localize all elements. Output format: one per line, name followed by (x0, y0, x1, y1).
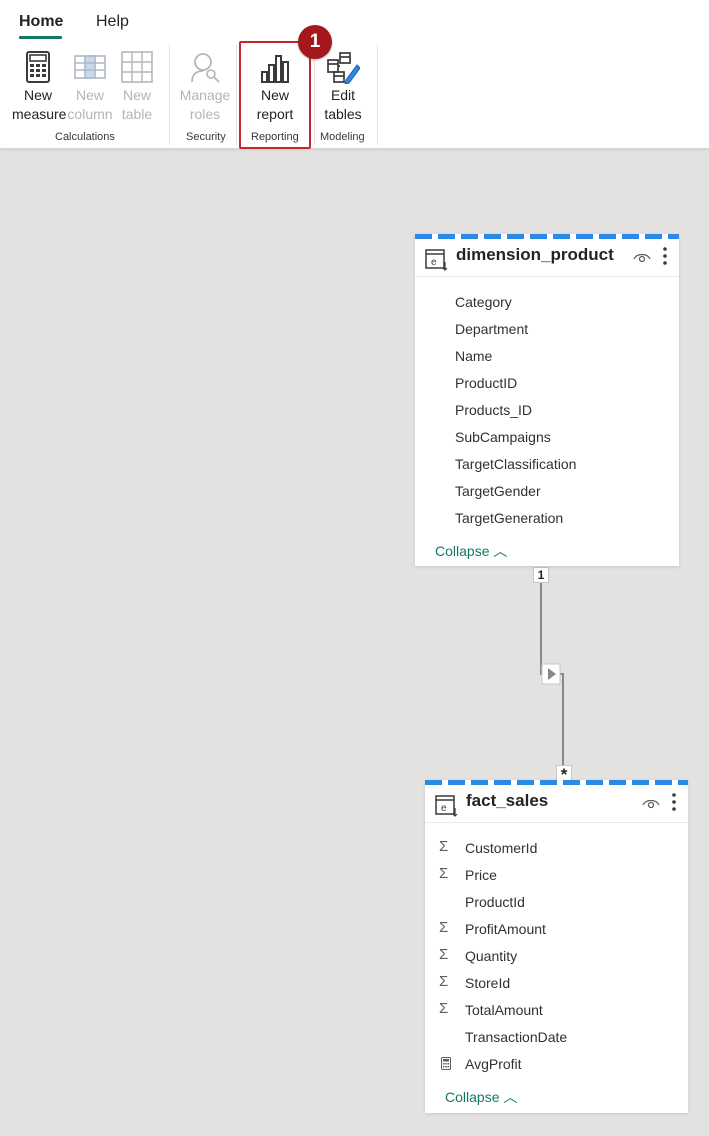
more-options-icon[interactable] (663, 246, 667, 266)
field-row[interactable]: ProductID (455, 375, 517, 391)
field-row[interactable]: Quantity (465, 948, 517, 964)
sigma-icon: Σ (439, 1000, 449, 1017)
eye-icon[interactable] (642, 796, 660, 810)
table-card-fact-sales[interactable]: e fact_sales Σ CustomerId Σ Price Produc… (425, 780, 688, 1113)
cardinality-one-badge: 1 (533, 567, 549, 583)
collapse-link[interactable]: Collapse ︿ (435, 541, 507, 561)
chevron-up-icon: ︿ (493, 543, 508, 559)
field-row[interactable]: Name (455, 348, 492, 364)
field-row[interactable]: CustomerId (465, 840, 537, 856)
svg-text:e: e (431, 257, 437, 268)
svg-text:e: e (441, 803, 447, 814)
chevron-up-icon: ︿ (503, 1089, 518, 1105)
field-row[interactable]: TotalAmount (465, 1002, 543, 1018)
field-row[interactable]: SubCampaigns (455, 429, 551, 445)
calculator-icon (441, 1057, 451, 1070)
cardinality-many-badge: * (556, 765, 572, 784)
sigma-icon: Σ (439, 919, 449, 936)
field-row[interactable]: TargetGender (455, 483, 541, 499)
field-row[interactable]: StoreId (465, 975, 510, 991)
sigma-icon: Σ (439, 946, 449, 963)
more-options-icon[interactable] (672, 792, 676, 812)
field-row[interactable]: TargetGeneration (455, 510, 563, 526)
field-row[interactable]: ProfitAmount (465, 921, 546, 937)
table-card-dimension-product[interactable]: e dimension_product Category Department … (415, 234, 679, 566)
filter-direction-icon (541, 663, 561, 685)
collapse-label: Collapse (435, 543, 490, 559)
field-row[interactable]: AvgProfit (465, 1056, 522, 1072)
field-row[interactable]: Price (465, 867, 497, 883)
table-icon: e (425, 249, 448, 271)
collapse-link[interactable]: Collapse ︿ (445, 1087, 517, 1107)
table-header[interactable]: e dimension_product (415, 239, 679, 277)
field-row[interactable]: TargetClassification (455, 456, 576, 472)
sigma-icon: Σ (439, 838, 449, 855)
field-row[interactable]: Category (455, 294, 512, 310)
field-row[interactable]: Department (455, 321, 528, 337)
table-title: fact_sales (466, 791, 549, 810)
table-title: dimension_product (456, 245, 614, 264)
table-header[interactable]: e fact_sales (425, 785, 688, 823)
field-row[interactable]: TransactionDate (465, 1029, 567, 1045)
eye-icon[interactable] (633, 250, 651, 264)
field-row[interactable]: ProductId (465, 894, 525, 910)
table-icon: e (435, 795, 458, 817)
collapse-label: Collapse (445, 1089, 500, 1105)
sigma-icon: Σ (439, 865, 449, 882)
sigma-icon: Σ (439, 973, 449, 990)
field-row[interactable]: Products_ID (455, 402, 532, 418)
